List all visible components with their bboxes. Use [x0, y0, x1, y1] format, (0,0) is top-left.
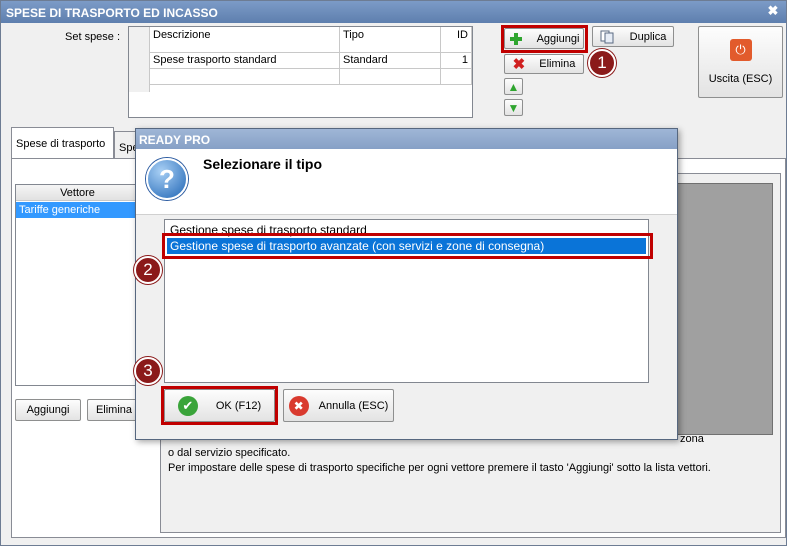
empty-cell	[150, 69, 340, 85]
vettore-aggiungi-button[interactable]: Aggiungi	[15, 399, 81, 421]
duplica-button[interactable]: Duplica	[592, 26, 674, 47]
power-icon: ⏻	[729, 39, 752, 61]
dialog-heading: Selezionare il tipo	[203, 156, 323, 172]
callout-badge-3: 3	[134, 357, 162, 385]
vettore-header[interactable]: Vettore	[16, 185, 139, 201]
cancel-icon: ✖	[288, 395, 309, 416]
delete-x-icon: ✖	[512, 56, 526, 73]
info-text-tail: zona	[680, 433, 704, 445]
window-title: SPESE DI TRASPORTO ED INCASSO	[1, 1, 786, 23]
callout-highlight-ok	[161, 386, 278, 425]
list-item[interactable]: Tariffe generiche	[16, 202, 139, 218]
table-cell-tipo[interactable]: Standard	[340, 53, 441, 69]
elimina-label: Elimina	[539, 58, 576, 70]
empty-cell	[441, 69, 472, 85]
info-text-line3: Per impostare delle spese di trasporto s…	[168, 462, 711, 474]
arrow-up-icon: ▲	[507, 79, 520, 94]
annulla-button[interactable]: ✖ Annulla (ESC)	[283, 389, 394, 422]
tab-spese-di-trasporto[interactable]: Spese di trasporto	[11, 127, 114, 159]
table-cell-id[interactable]: 1	[441, 53, 472, 69]
copy-icon	[600, 30, 614, 43]
empty-cell	[340, 69, 441, 85]
close-icon[interactable]: ✖	[766, 4, 780, 18]
select-type-dialog: READY PRO ? Selezionare il tipo Gestione…	[135, 128, 678, 440]
callout-highlight-aggiungi	[501, 25, 588, 53]
callout-badge-1: 1	[588, 49, 616, 77]
uscita-label: Uscita (ESC)	[708, 73, 773, 85]
callout-highlight-option	[162, 233, 653, 259]
dialog-header: ? Selezionare il tipo	[136, 149, 677, 215]
info-text-line2: o dal servizio specificato.	[168, 447, 291, 459]
duplica-label: Duplica	[629, 30, 667, 43]
set-spese-label: Set spese :	[65, 31, 121, 43]
dialog-title: READY PRO	[136, 129, 677, 149]
annulla-label: Annulla (ESC)	[318, 399, 389, 412]
move-down-button[interactable]: ▼	[504, 99, 523, 116]
vettore-elimina-button[interactable]: Elimina	[87, 399, 141, 421]
column-header-descrizione[interactable]: Descrizione	[150, 27, 340, 53]
set-spese-grid[interactable]: Descrizione Tipo ID Spese trasporto stan…	[128, 26, 473, 118]
table-cell-descrizione[interactable]: Spese trasporto standard	[150, 53, 340, 69]
move-up-button[interactable]: ▲	[504, 78, 523, 95]
question-icon: ?	[146, 158, 188, 200]
elimina-button[interactable]: ✖ Elimina	[504, 54, 584, 74]
arrow-down-icon: ▼	[507, 100, 520, 115]
callout-badge-2: 2	[134, 256, 162, 284]
column-header-id[interactable]: ID	[441, 27, 472, 53]
uscita-button[interactable]: ⏻ Uscita (ESC)	[698, 26, 783, 98]
column-header-tipo[interactable]: Tipo	[340, 27, 441, 53]
vettore-list[interactable]: Vettore Tariffe generiche	[15, 184, 140, 386]
